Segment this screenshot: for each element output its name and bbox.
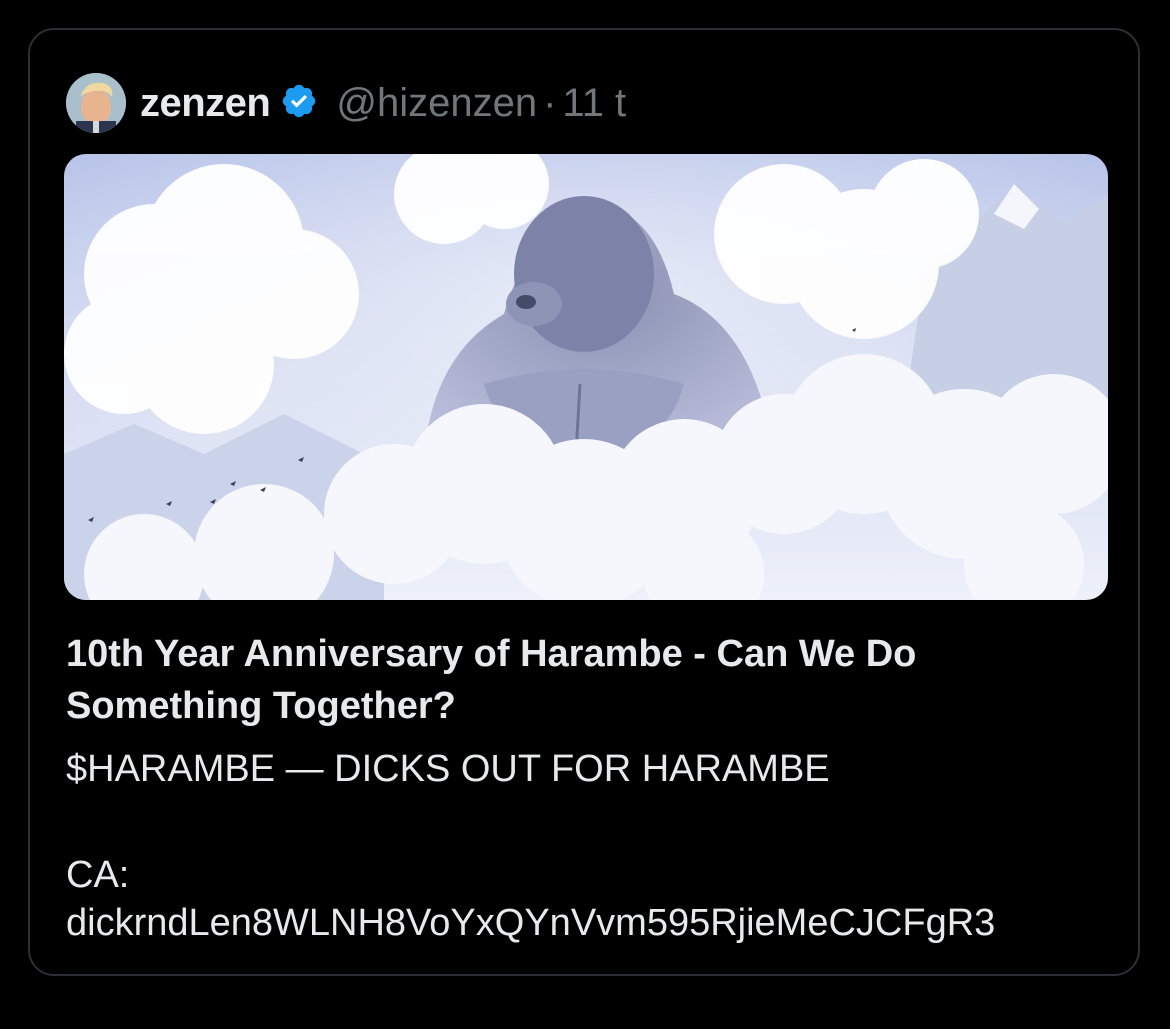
user-avatar-icon[interactable]: [66, 73, 126, 133]
contract-address-value: dickrndLen8WLNH8VoYxQYnVvm595RjieMeCJCFg…: [66, 902, 996, 944]
display-name[interactable]: zenzen: [140, 81, 271, 126]
post-timestamp[interactable]: 11 t: [562, 81, 626, 126]
contract-address-label: CA:: [66, 854, 130, 896]
quoted-post-card[interactable]: zenzen @hizenzen · 11 t 10th Year Annive…: [28, 28, 1140, 976]
verified-badge-icon: [270, 82, 336, 125]
meta-separator: ·: [543, 80, 557, 125]
harambe-clouds-image[interactable]: [64, 154, 1108, 600]
card-title[interactable]: 10th Year Anniversary of Harambe - Can W…: [66, 628, 1106, 732]
user-handle[interactable]: @hizenzen: [336, 81, 537, 126]
post-header: zenzen @hizenzen · 11 t: [66, 72, 626, 134]
card-subtitle: $HARAMBE — DICKS OUT FOR HARAMBE: [66, 748, 830, 790]
